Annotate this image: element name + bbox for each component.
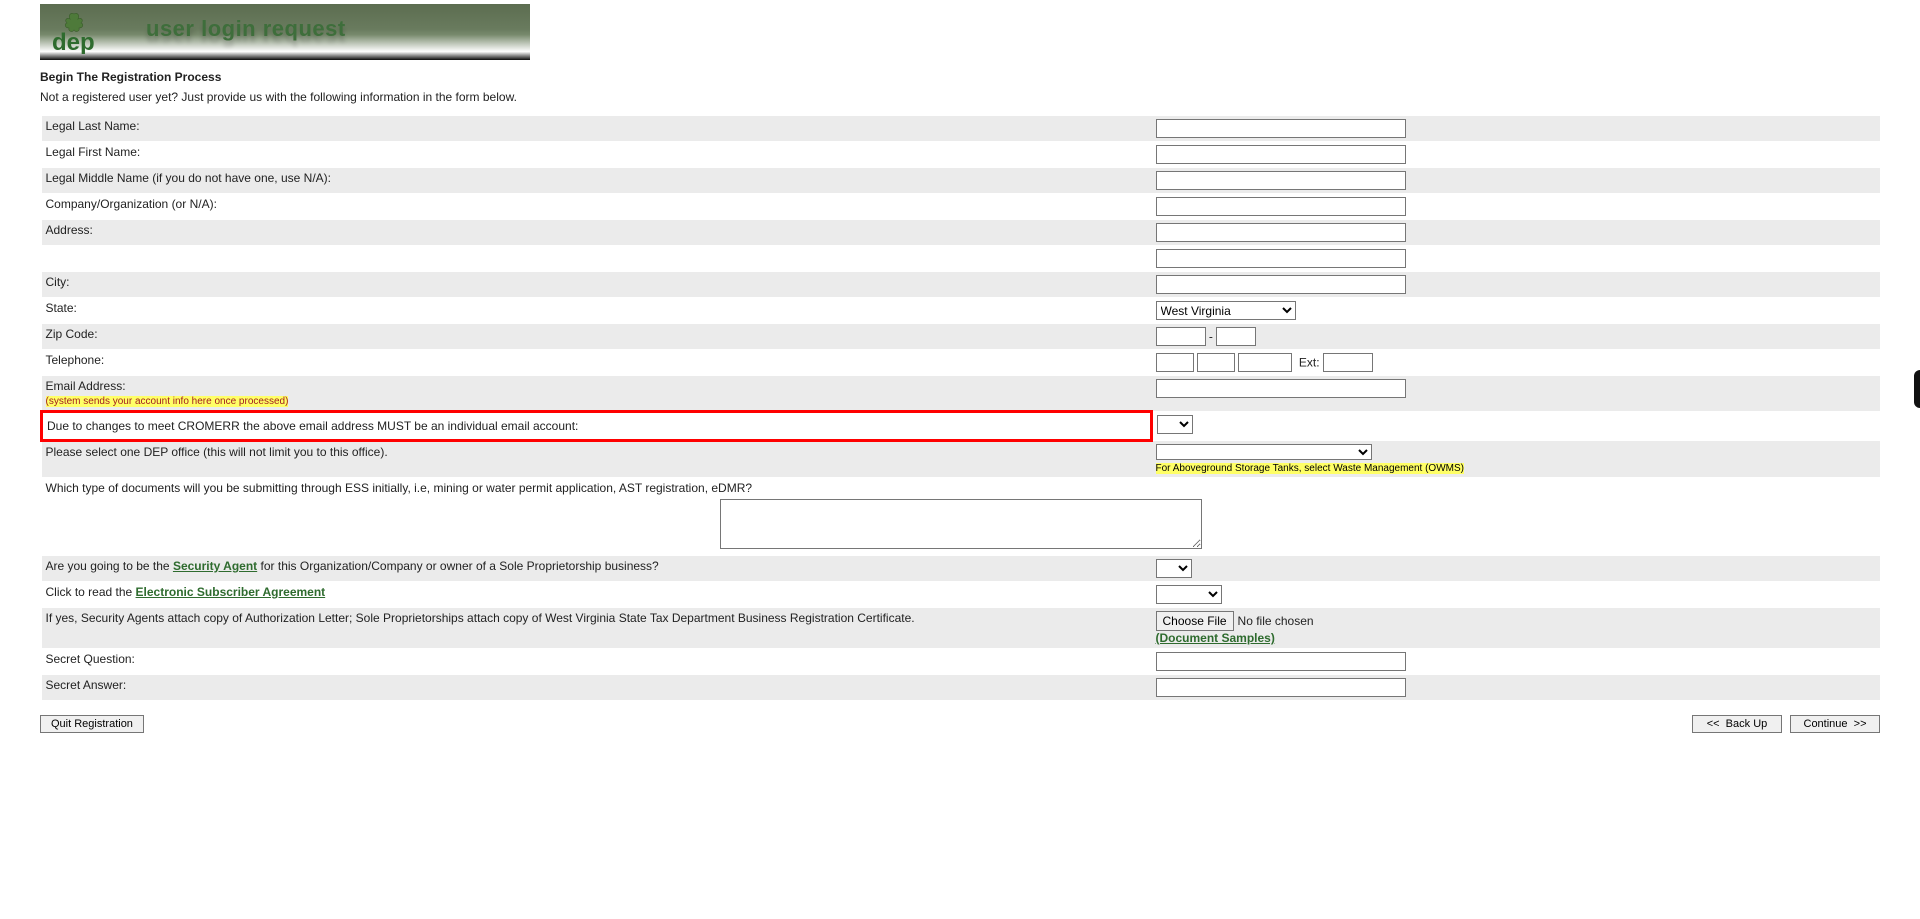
registration-form-table: Legal Last Name: Legal First Name: Legal…: [40, 116, 1880, 701]
side-feedback-tab[interactable]: [1914, 370, 1920, 408]
doc-types-textarea[interactable]: [720, 499, 1202, 549]
security-agent-row: Are you going to be the Security Agent f…: [42, 556, 1152, 582]
secret-answer-input[interactable]: [1156, 678, 1406, 697]
phone3-input[interactable]: [1238, 353, 1292, 372]
no-file-chosen: No file chosen: [1238, 614, 1314, 628]
security-agent-select[interactable]: [1156, 559, 1192, 578]
page-subtext: Not a registered user yet? Just provide …: [40, 90, 1880, 104]
label-address2: [42, 246, 1152, 272]
label-secret-question: Secret Question:: [42, 649, 1152, 675]
label-secret-answer: Secret Answer:: [42, 675, 1152, 701]
label-company: Company/Organization (or N/A):: [42, 194, 1152, 220]
header-banner: dep user login request: [40, 4, 530, 60]
ast-note: For Aboveground Storage Tanks, select Wa…: [1156, 463, 1464, 474]
doc-samples-link[interactable]: (Document Samples): [1156, 631, 1275, 645]
label-telephone: Telephone:: [42, 350, 1152, 376]
label-doc-types: Which type of documents will you be subm…: [46, 481, 753, 495]
first-name-input[interactable]: [1156, 145, 1406, 164]
continue-button[interactable]: [1790, 715, 1880, 733]
zip2-input[interactable]: [1216, 327, 1256, 346]
cromerr-select[interactable]: [1157, 415, 1193, 434]
svg-text:dep: dep: [52, 29, 95, 54]
label-zip: Zip Code:: [42, 324, 1152, 350]
page-heading: Begin The Registration Process: [40, 70, 1880, 84]
esa-link[interactable]: Electronic Subscriber Agreement: [136, 585, 326, 599]
dep-logo: dep: [46, 10, 136, 54]
phone2-input[interactable]: [1197, 353, 1235, 372]
zip-separator: -: [1206, 330, 1217, 344]
label-first-name: Legal First Name:: [42, 142, 1152, 168]
ext-input[interactable]: [1323, 353, 1373, 372]
label-last-name: Legal Last Name:: [42, 116, 1152, 142]
security-agent-link[interactable]: Security Agent: [173, 559, 257, 573]
choose-file-button[interactable]: Choose File: [1156, 611, 1234, 631]
esa-select[interactable]: [1156, 585, 1222, 604]
security-post: for this Organization/Company or owner o…: [257, 559, 659, 573]
label-address: Address:: [42, 220, 1152, 246]
email-input[interactable]: [1156, 379, 1406, 398]
banner-title: user login request: [146, 16, 346, 42]
buttons-row: [40, 715, 1880, 733]
address2-input[interactable]: [1156, 249, 1406, 268]
email-note: (system sends your account info here onc…: [46, 396, 289, 407]
label-email-row: Email Address: (system sends your accoun…: [42, 376, 1152, 412]
esa-row: Click to read the Electronic Subscriber …: [42, 582, 1152, 608]
middle-name-input[interactable]: [1156, 171, 1406, 190]
state-select[interactable]: West Virginia: [1156, 301, 1296, 320]
label-auth-letter: If yes, Security Agents attach copy of A…: [42, 608, 1152, 649]
security-pre: Are you going to be the: [46, 559, 173, 573]
back-up-button[interactable]: [1692, 715, 1782, 733]
phone1-input[interactable]: [1156, 353, 1194, 372]
address-input[interactable]: [1156, 223, 1406, 242]
label-middle-name: Legal Middle Name (if you do not have on…: [42, 168, 1152, 194]
last-name-input[interactable]: [1156, 119, 1406, 138]
secret-question-input[interactable]: [1156, 652, 1406, 671]
label-email: Email Address:: [46, 379, 126, 393]
label-city: City:: [42, 272, 1152, 298]
quit-registration-button[interactable]: [40, 715, 144, 733]
city-input[interactable]: [1156, 275, 1406, 294]
doc-types-row: Which type of documents will you be subm…: [42, 478, 1881, 556]
esa-pre: Click to read the: [46, 585, 136, 599]
label-cromerr: Due to changes to meet CROMERR the above…: [42, 412, 1152, 441]
label-ext: Ext:: [1299, 356, 1320, 370]
dep-office-select[interactable]: [1156, 444, 1372, 460]
company-input[interactable]: [1156, 197, 1406, 216]
label-state: State:: [42, 298, 1152, 324]
zip1-input[interactable]: [1156, 327, 1206, 346]
label-dep-office: Please select one DEP office (this will …: [42, 441, 1152, 478]
